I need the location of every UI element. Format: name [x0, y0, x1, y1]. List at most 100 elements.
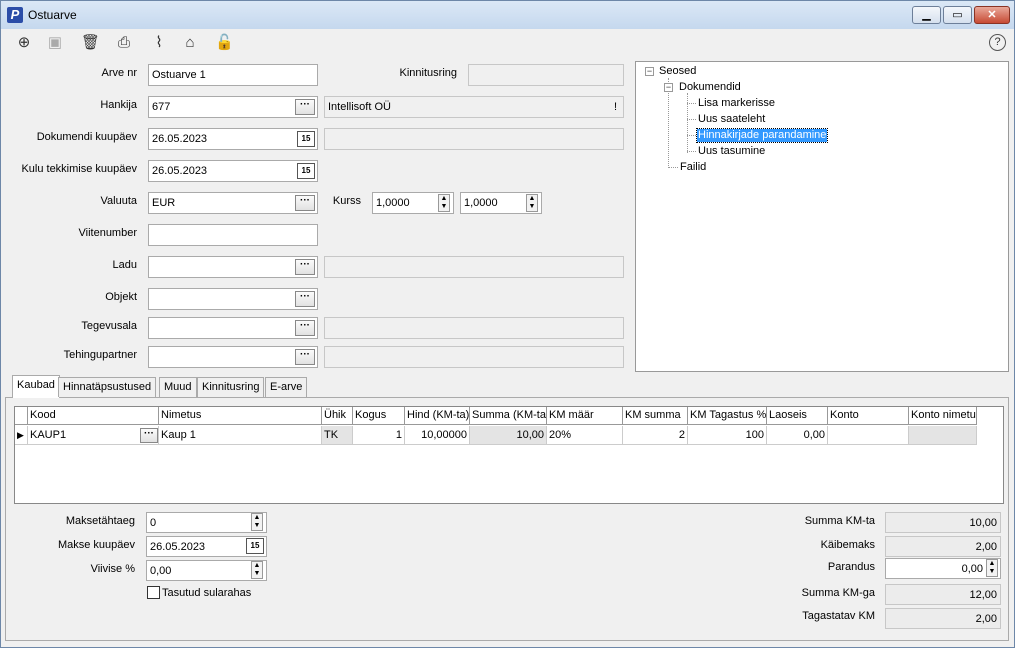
- cell-km-tagastus[interactable]: 100: [688, 426, 767, 445]
- column-header-km-maar[interactable]: KM määr: [547, 407, 623, 425]
- maksetahtaeg-input[interactable]: 0: [146, 512, 267, 533]
- summa-kmta-value: 10,00: [885, 512, 1001, 533]
- column-header-hind[interactable]: Hind (KM-ta): [405, 407, 470, 425]
- ostuarve-window: P Ostuarve ▁ ▭ ✕ ⊕ ▣ 🗑 ⎙ ⌇ ⌂ 🔓 ? Arve nr…: [0, 0, 1015, 648]
- kulu-kuupaev-label: Kulu tekkimise kuupäev: [21, 163, 137, 175]
- column-header-nimetus[interactable]: Nimetus: [159, 407, 322, 425]
- cell-summa[interactable]: 10,00: [470, 426, 547, 445]
- valuuta-lookup-button[interactable]: ···: [295, 195, 315, 211]
- tree-node-item-2[interactable]: Hinnakirjade parandamine: [695, 128, 829, 143]
- tree-line: [668, 167, 678, 168]
- column-header-km-summa[interactable]: KM summa: [623, 407, 688, 425]
- window-title: Ostuarve: [28, 8, 77, 22]
- cell-laoseis[interactable]: 0,00: [767, 426, 828, 445]
- cell-nimetus[interactable]: Kaup 1: [159, 426, 322, 445]
- parandus-label: Parandus: [827, 561, 875, 573]
- minimize-button[interactable]: ▁: [912, 6, 941, 24]
- kurss-label: Kurss: [332, 195, 361, 207]
- objekt-input[interactable]: [148, 288, 318, 310]
- dok-kuupaev-label: Dokumendi kuupäev: [36, 131, 137, 143]
- column-header-kogus[interactable]: Kogus: [353, 407, 405, 425]
- tehingupartner-input[interactable]: [148, 346, 318, 368]
- relations-tree: − Seosed − Dokumendid Lisa markerisse Uu…: [635, 61, 1009, 372]
- collapse-toggle-icon[interactable]: −: [645, 67, 654, 76]
- calendar-icon[interactable]: 15: [297, 163, 315, 179]
- kinnitusring-field: [468, 64, 624, 86]
- tab-muud[interactable]: Muud: [159, 377, 197, 397]
- calendar-icon[interactable]: 15: [246, 538, 264, 554]
- hankija-lookup-button[interactable]: ···: [295, 99, 315, 115]
- delete-icon[interactable]: 🗑: [81, 34, 100, 52]
- tehingupartner-label: Tehingupartner: [63, 349, 137, 361]
- column-header-konto-nimetus[interactable]: Konto nimetus: [909, 407, 977, 425]
- viitenumber-input[interactable]: [148, 224, 318, 246]
- cell-konto[interactable]: [828, 426, 909, 445]
- close-button[interactable]: ✕: [974, 6, 1010, 24]
- column-header-uhik[interactable]: Ühik: [322, 407, 353, 425]
- hankija-input[interactable]: 677: [148, 96, 318, 118]
- viivise-label: Viivise %: [90, 563, 135, 575]
- tab-e-arve[interactable]: E-arve: [265, 377, 308, 397]
- objekt-lookup-button[interactable]: ···: [295, 291, 315, 307]
- kurss-spinner-1[interactable]: ▲ ▼: [438, 194, 450, 212]
- print-icon[interactable]: ⎙: [115, 34, 133, 52]
- tree-node-item-1[interactable]: Uus saateleht: [697, 113, 766, 126]
- ladu-name-field: [324, 256, 624, 278]
- hankija-warning-icon: !: [613, 101, 617, 113]
- tree-node-item-0[interactable]: Lisa markerisse: [697, 97, 776, 110]
- viivise-spinner[interactable]: ▲ ▼: [251, 561, 263, 579]
- cell-km-maar[interactable]: 20%: [547, 426, 623, 445]
- tree-node-failid[interactable]: Failid: [679, 161, 707, 174]
- tab-kaubad[interactable]: Kaubad: [12, 375, 60, 398]
- kurss-spinner-2[interactable]: ▲ ▼: [526, 194, 538, 212]
- tegevusala-label: Tegevusala: [81, 320, 137, 332]
- app-icon: P: [7, 7, 23, 23]
- column-header-konto[interactable]: Konto: [828, 407, 909, 425]
- maksetahtaeg-spinner[interactable]: ▲ ▼: [251, 513, 263, 531]
- tagastatav-km-value: 2,00: [885, 608, 1001, 629]
- tegevusala-input[interactable]: [148, 317, 318, 339]
- cell-kogus[interactable]: 1: [353, 426, 405, 445]
- cell-uhik[interactable]: TK: [322, 426, 353, 445]
- kulu-kuupaev-input[interactable]: 26.05.2023: [148, 160, 318, 182]
- tagastatav-km-label: Tagastatav KM: [802, 610, 875, 622]
- column-header-summa[interactable]: Summa (KM-ta): [470, 407, 547, 425]
- tab-kinnitusring[interactable]: Kinnitusring: [197, 377, 265, 397]
- tag-icon[interactable]: ⌂: [181, 34, 199, 52]
- attach-icon[interactable]: ⌇: [150, 34, 168, 52]
- cell-km-summa[interactable]: 2: [623, 426, 688, 445]
- valuuta-input[interactable]: EUR: [148, 192, 318, 214]
- tasutud-sularahas-checkbox[interactable]: [147, 586, 160, 599]
- save-icon[interactable]: ▣: [46, 34, 64, 52]
- kaibemaks-value: 2,00: [885, 536, 1001, 557]
- ladu-lookup-button[interactable]: ···: [295, 259, 315, 275]
- cell-hind[interactable]: 10,00000: [405, 426, 470, 445]
- collapse-toggle-icon[interactable]: −: [664, 83, 673, 92]
- tree-node-item-3[interactable]: Uus tasumine: [697, 145, 766, 158]
- objekt-label: Objekt: [105, 291, 137, 303]
- maksetahtaeg-label: Maksetähtaeg: [65, 515, 135, 527]
- tegevusala-lookup-button[interactable]: ···: [295, 320, 315, 336]
- dok-kuupaev-input[interactable]: 26.05.2023: [148, 128, 318, 150]
- tree-line: [687, 135, 696, 136]
- cell-konto-nimetus[interactable]: [909, 426, 977, 445]
- viivise-input[interactable]: 0,00: [146, 560, 267, 581]
- parandus-input[interactable]: 0,00: [885, 558, 1001, 579]
- maximize-button[interactable]: ▭: [943, 6, 972, 24]
- calendar-icon[interactable]: 15: [297, 131, 315, 147]
- column-header-laoseis[interactable]: Laoseis: [767, 407, 828, 425]
- dok-kuupaev-extra-field: [324, 128, 624, 150]
- help-icon[interactable]: ?: [989, 34, 1006, 51]
- arve-nr-input[interactable]: Ostuarve 1: [148, 64, 318, 86]
- tehingupartner-lookup-button[interactable]: ···: [295, 349, 315, 365]
- tree-node-seosed[interactable]: Seosed: [658, 65, 697, 78]
- kood-lookup-button[interactable]: ···: [140, 428, 158, 443]
- unlock-icon[interactable]: 🔓: [215, 34, 234, 52]
- ladu-input[interactable]: [148, 256, 318, 278]
- column-header-kood[interactable]: Kood: [28, 407, 159, 425]
- parandus-spinner[interactable]: ▲ ▼: [986, 559, 998, 577]
- new-document-icon[interactable]: ⊕: [15, 34, 33, 52]
- tab-hinnatapsustused[interactable]: Hinnatäpsustused: [58, 377, 157, 397]
- tree-line: [687, 103, 696, 104]
- column-header-km-tagastus[interactable]: KM Tagastus %: [688, 407, 767, 425]
